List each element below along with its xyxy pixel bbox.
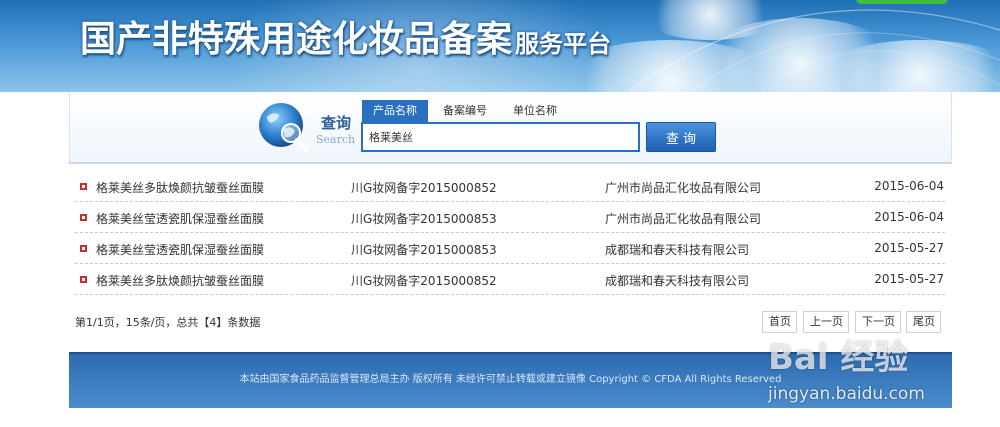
product-name-link[interactable]: 格莱美丝多肽焕颜抗皱蚕丝面膜 bbox=[96, 272, 264, 289]
tab-product-name[interactable]: 产品名称 bbox=[362, 100, 428, 122]
record-date: 2015-06-04 bbox=[874, 179, 944, 193]
panel-divider bbox=[69, 162, 952, 164]
search-input[interactable] bbox=[361, 122, 640, 152]
record-number: 川G妆网备字2015000852 bbox=[351, 181, 497, 195]
result-row: 格莱美丝多肽焕颜抗皱蚕丝面膜 川G妆网备字2015000852 成都瑞和春天科技… bbox=[75, 264, 945, 295]
search-globe-icon bbox=[259, 103, 308, 152]
tab-record-number[interactable]: 备案编号 bbox=[428, 100, 502, 122]
product-name-link[interactable]: 格莱美丝莹透瓷肌保湿蚕丝面膜 bbox=[96, 241, 264, 258]
search-button[interactable]: 查 询 bbox=[646, 122, 716, 152]
company-name: 广州市尚品汇化妆品有限公司 bbox=[605, 181, 762, 195]
globe-illustration bbox=[629, 9, 1000, 92]
pagination-info: 第1/1页，15条/页，总共【4】条数据 bbox=[75, 316, 261, 329]
record-number: 川G妆网备字2015000853 bbox=[351, 243, 497, 257]
company-name: 广州市尚品汇化妆品有限公司 bbox=[605, 212, 762, 226]
bullet-icon bbox=[80, 245, 87, 252]
record-number: 川G妆网备字2015000853 bbox=[351, 212, 497, 226]
search-panel: 查询 Search 产品名称 备案编号 单位名称 查 询 bbox=[69, 92, 952, 162]
bullet-icon bbox=[80, 276, 87, 283]
site-subtitle: 服务平台 bbox=[515, 29, 611, 58]
corner-badge bbox=[856, 0, 948, 4]
baidu-watermark: Bai 经验 jingyan.baidu.com bbox=[768, 328, 1000, 418]
results-list: 格莱美丝多肽焕颜抗皱蚕丝面膜 川G妆网备字2015000852 广州市尚品汇化妆… bbox=[75, 171, 945, 295]
search-label-en: Search bbox=[316, 133, 356, 146]
result-row: 格莱美丝莹透瓷肌保湿蚕丝面膜 川G妆网备字2015000853 成都瑞和春天科技… bbox=[75, 233, 945, 264]
company-name: 成都瑞和春天科技有限公司 bbox=[605, 243, 750, 257]
search-label: 查询 bbox=[321, 114, 352, 132]
result-row: 格莱美丝多肽焕颜抗皱蚕丝面膜 川G妆网备字2015000852 广州市尚品汇化妆… bbox=[75, 171, 945, 202]
product-name-link[interactable]: 格莱美丝多肽焕颜抗皱蚕丝面膜 bbox=[96, 179, 264, 196]
tab-company-name[interactable]: 单位名称 bbox=[502, 100, 568, 122]
product-name-link[interactable]: 格莱美丝莹透瓷肌保湿蚕丝面膜 bbox=[96, 210, 264, 227]
company-name: 成都瑞和春天科技有限公司 bbox=[605, 274, 750, 288]
record-date: 2015-05-27 bbox=[874, 241, 944, 255]
header-banner: 国产非特殊用途化妆品备案 服务平台 bbox=[0, 0, 1000, 92]
site-title: 国产非特殊用途化妆品备案 bbox=[80, 18, 513, 60]
record-number: 川G妆网备字2015000852 bbox=[351, 274, 497, 288]
record-date: 2015-06-04 bbox=[874, 210, 944, 224]
watermark-url: jingyan.baidu.com bbox=[768, 384, 925, 404]
watermark-brand: Bai 经验 bbox=[768, 338, 909, 378]
record-date: 2015-05-27 bbox=[874, 272, 944, 286]
bullet-icon bbox=[80, 214, 87, 221]
bullet-icon bbox=[80, 183, 87, 190]
result-row: 格莱美丝莹透瓷肌保湿蚕丝面膜 川G妆网备字2015000853 广州市尚品汇化妆… bbox=[75, 202, 945, 233]
